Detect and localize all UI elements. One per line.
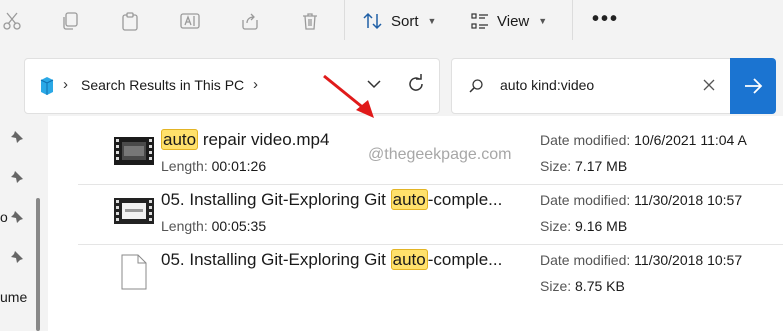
size-label: Size:	[540, 218, 572, 234]
video-thumbnail-icon	[114, 137, 154, 170]
watermark: @thegeekpage.com	[368, 146, 512, 163]
search-input[interactable]: auto kind:video	[500, 77, 594, 93]
pin-icon[interactable]	[10, 170, 24, 189]
navigation-pane: o ume	[0, 116, 48, 331]
search-go-button[interactable]	[730, 58, 776, 114]
date-modified: Date modified: 11/30/2018 10:57	[540, 252, 742, 268]
command-bar: Sort ▼ View ▼ •••	[0, 0, 783, 42]
view-button[interactable]: View ▼	[470, 9, 547, 33]
toolbar-divider	[572, 0, 573, 40]
date-label: Date modified:	[540, 132, 631, 148]
rename-icon[interactable]	[178, 9, 202, 33]
breadcrumb-path[interactable]: Search Results in This PC	[81, 77, 244, 93]
refresh-icon[interactable]	[406, 74, 426, 99]
date-label: Date modified:	[540, 192, 631, 208]
file-name: 05. Installing Git-Exploring Git auto -co…	[161, 249, 503, 270]
view-list-icon	[471, 13, 488, 29]
pin-icon[interactable]	[10, 130, 24, 149]
file-name: auto repair video.mp4	[161, 129, 330, 150]
nav-item-label[interactable]: o	[0, 209, 8, 225]
length-value: 00:05:35	[211, 218, 267, 234]
search-icon	[468, 78, 484, 99]
list-item[interactable]: 05. Installing Git-Exploring Git auto -co…	[78, 244, 783, 302]
more-options-button[interactable]: •••	[592, 8, 619, 31]
file-length: Length: 00:05:35	[161, 218, 266, 234]
paste-icon[interactable]	[118, 9, 142, 33]
file-size: Size: 8.75 KB	[540, 278, 625, 294]
date-label: Date modified:	[540, 252, 631, 268]
search-highlight: auto	[390, 249, 428, 270]
size-value: 8.75 KB	[575, 278, 625, 294]
search-results-icon	[37, 75, 57, 102]
size-label: Size:	[540, 158, 572, 174]
view-label: View	[497, 12, 530, 30]
size-label: Size:	[540, 278, 572, 294]
length-label: Length:	[161, 158, 208, 174]
delete-icon[interactable]	[298, 9, 322, 33]
file-name-prefix: 05. Installing Git-Exploring Git	[161, 250, 391, 269]
toolbar-divider	[344, 0, 345, 40]
nav-scrollbar[interactable]	[36, 198, 40, 331]
sort-button[interactable]: Sort ▼	[362, 9, 436, 33]
length-label: Length:	[161, 218, 208, 234]
copy-icon[interactable]	[58, 9, 82, 33]
nav-item-label[interactable]: ume	[0, 289, 27, 305]
file-name-prefix: 05. Installing Git-Exploring Git	[161, 190, 391, 209]
search-highlight: auto	[390, 189, 428, 210]
date-modified: Date modified: 11/30/2018 10:57	[540, 192, 742, 208]
share-icon[interactable]	[238, 9, 262, 33]
size-value: 9.16 MB	[575, 218, 628, 234]
file-name-suffix: -comple...	[427, 250, 503, 269]
file-name-rest: repair video.mp4	[198, 130, 330, 149]
date-modified: Date modified: 10/6/2021 11:04 A	[540, 132, 747, 148]
sort-icon	[363, 12, 382, 30]
date-value: 11/30/2018 10:57	[634, 192, 743, 208]
date-value: 11/30/2018 10:57	[634, 252, 743, 268]
red-arrow-annotation	[318, 72, 382, 127]
file-name-suffix: -comple...	[427, 190, 503, 209]
date-value: 10/6/2021 11:04 A	[634, 132, 747, 148]
search-box[interactable]: auto kind:video	[451, 58, 731, 114]
chevron-down-icon: ▼	[427, 16, 437, 26]
breadcrumb-separator-icon[interactable]: ›	[253, 76, 258, 93]
file-size: Size: 9.16 MB	[540, 218, 627, 234]
arrow-right-icon	[745, 78, 763, 94]
size-value: 7.17 MB	[575, 158, 628, 174]
breadcrumb-separator-icon[interactable]: ›	[63, 76, 68, 93]
pin-icon[interactable]	[10, 250, 24, 269]
file-length: Length: 00:01:26	[161, 158, 266, 174]
pin-icon[interactable]	[10, 210, 24, 229]
length-value: 00:01:26	[211, 158, 267, 174]
chevron-down-icon: ▼	[538, 16, 548, 26]
video-thumbnail-icon	[114, 198, 154, 229]
file-name: 05. Installing Git-Exploring Git auto -co…	[161, 189, 503, 210]
file-icon	[120, 254, 148, 295]
file-size: Size: 7.17 MB	[540, 158, 627, 174]
close-icon[interactable]	[702, 78, 716, 97]
cut-icon[interactable]	[0, 9, 24, 33]
search-highlight: auto	[161, 129, 199, 150]
list-item[interactable]: 05. Installing Git-Exploring Git auto -co…	[78, 184, 783, 242]
sort-label: Sort	[391, 12, 419, 30]
